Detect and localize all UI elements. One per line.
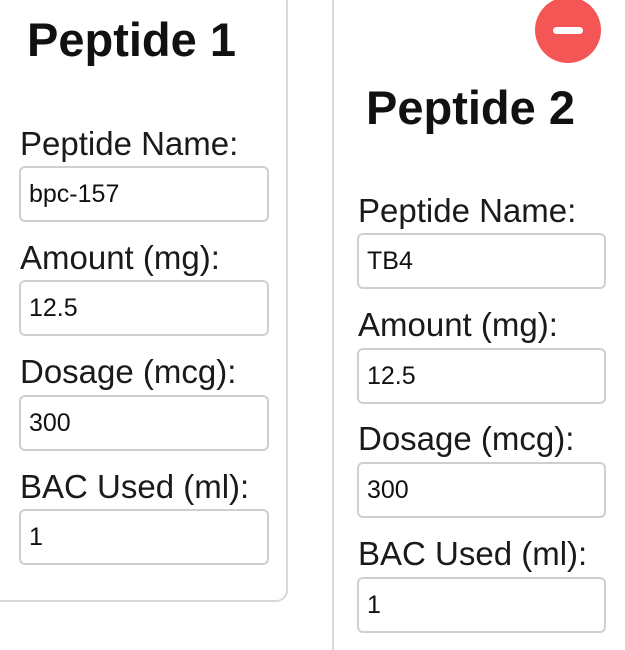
peptide-2-title: Peptide 2: [366, 81, 575, 134]
peptide-1-amount-input[interactable]: [19, 280, 269, 336]
peptide-2-bac-label: BAC Used (ml):: [358, 535, 588, 572]
peptide-calculator-view: Peptide 1 Peptide Name: Amount (mg): Dos…: [0, 0, 625, 650]
peptide-1-title: Peptide 1: [27, 13, 236, 66]
peptide-2-dosage-label: Dosage (mcg):: [358, 420, 575, 457]
peptide-1-name-input[interactable]: [19, 166, 269, 222]
remove-peptide-2-button[interactable]: [535, 0, 601, 63]
peptide-2-dosage-input[interactable]: [357, 462, 606, 518]
peptide-2-bac-input[interactable]: [357, 577, 606, 633]
peptide-1-dosage-input[interactable]: [19, 395, 269, 451]
peptide-1-amount-label: Amount (mg):: [20, 239, 220, 276]
peptide-1-name-label: Peptide Name:: [20, 125, 239, 162]
minus-circle-icon: [553, 26, 583, 34]
peptide-1-dosage-label: Dosage (mcg):: [20, 353, 237, 390]
peptide-2-amount-input[interactable]: [357, 348, 606, 404]
peptide-1-bac-input[interactable]: [19, 509, 269, 565]
peptide-2-name-label: Peptide Name:: [358, 192, 577, 229]
peptide-2-amount-label: Amount (mg):: [358, 306, 558, 343]
peptide-1-bac-label: BAC Used (ml):: [20, 468, 250, 505]
peptide-2-name-input[interactable]: [357, 233, 606, 289]
